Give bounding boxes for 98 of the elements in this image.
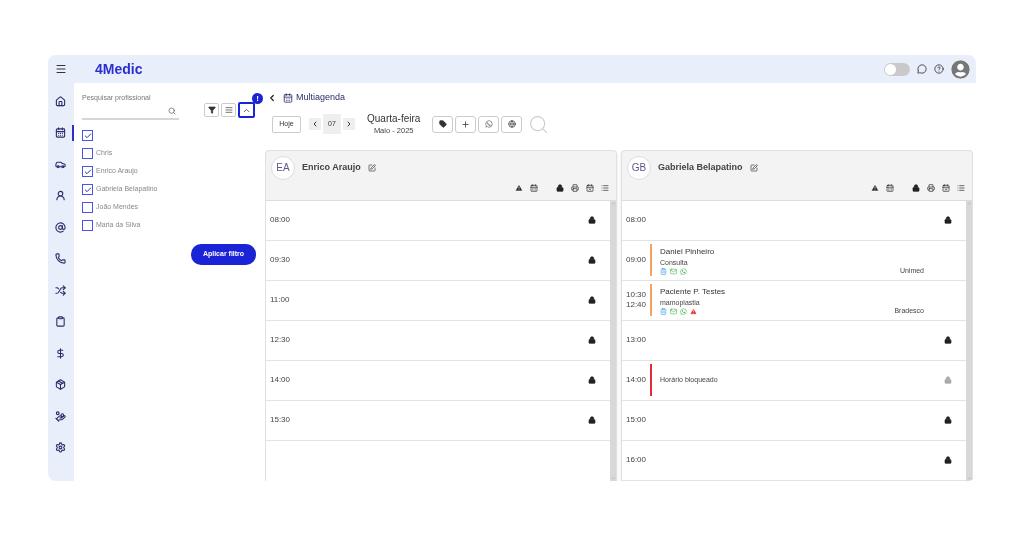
slot-time: 08:00 xyxy=(270,214,291,227)
lock-icon xyxy=(944,336,952,345)
filter-button[interactable] xyxy=(204,103,219,117)
whatsapp-icon xyxy=(680,267,687,275)
add-button[interactable] xyxy=(455,115,477,133)
shuffle-icon xyxy=(54,284,66,296)
slot-time: 12:40 xyxy=(626,300,648,311)
checkbox[interactable] xyxy=(82,184,93,195)
professional-name: Enrico Araujo xyxy=(302,161,361,174)
calendar-icon[interactable] xyxy=(886,183,894,192)
lock-icon xyxy=(588,256,596,265)
lock-icon xyxy=(944,376,952,385)
slot-time: 13:00 xyxy=(626,334,647,347)
slot-time: 09:00 xyxy=(626,255,648,266)
slot-time: 10:30 xyxy=(626,290,648,301)
mail-icon xyxy=(670,307,677,315)
toggle-switch[interactable] xyxy=(884,62,910,76)
list-icon[interactable] xyxy=(957,183,965,192)
checkbox[interactable] xyxy=(82,148,93,159)
print-icon[interactable] xyxy=(927,183,935,192)
plus-icon xyxy=(461,119,471,129)
hand-chart-icon xyxy=(54,410,66,422)
whatsapp-icon xyxy=(680,307,687,315)
clipboard-icon xyxy=(660,307,667,315)
lock-icon xyxy=(944,416,952,425)
list-icon[interactable] xyxy=(601,183,609,192)
lock-icon xyxy=(588,416,596,425)
lines-icon xyxy=(224,106,233,114)
lock-icon[interactable] xyxy=(912,183,920,192)
chevron-left-icon xyxy=(311,120,319,129)
calendar-icon xyxy=(54,127,66,138)
next-day-button[interactable] xyxy=(343,118,355,131)
lock-icon xyxy=(588,296,596,305)
back-icon[interactable] xyxy=(267,92,277,103)
avatar-initials: EA xyxy=(271,155,295,180)
slot-time: 11:00 xyxy=(270,294,290,307)
menu-icon[interactable] xyxy=(55,63,67,75)
dollar-icon xyxy=(54,347,66,359)
lock-icon xyxy=(588,216,596,225)
page-title: Multiagenda xyxy=(296,91,346,104)
user-icon xyxy=(54,190,66,201)
slot-time: 14:00 xyxy=(626,374,648,387)
avatar-initials: GB xyxy=(627,155,651,180)
print-icon[interactable] xyxy=(571,183,579,192)
appointment-marker xyxy=(650,244,652,277)
lock-icon xyxy=(588,376,596,385)
lock-icon xyxy=(944,456,952,465)
patient-name: Paciente P. Testes xyxy=(660,285,726,298)
slot-time: 16:00 xyxy=(626,454,647,467)
calendar-icon xyxy=(283,92,293,103)
weekday: Quarta-feira xyxy=(367,112,421,125)
checkbox[interactable] xyxy=(82,220,93,231)
whatsapp-icon xyxy=(484,120,493,129)
alert-badge: ! xyxy=(252,93,263,104)
phone-icon xyxy=(54,253,66,264)
appointment-marker xyxy=(650,284,652,317)
edit-icon[interactable] xyxy=(367,163,376,172)
warning-icon[interactable] xyxy=(871,183,879,192)
patient-name: Daniel Pinheiro xyxy=(660,245,715,258)
slot-time: 12:30 xyxy=(270,334,291,347)
globe-icon xyxy=(507,120,516,129)
slot-time: 14:00 xyxy=(270,374,291,387)
logo: 4Medic xyxy=(95,59,143,79)
lock-icon xyxy=(944,216,952,225)
calendar-icon[interactable] xyxy=(530,183,538,192)
globe-button[interactable] xyxy=(501,115,523,133)
previous-day-button[interactable] xyxy=(309,118,321,131)
clipboard-icon xyxy=(54,316,66,327)
tag-icon xyxy=(438,120,447,129)
collapse-button[interactable] xyxy=(238,102,255,118)
warning-icon[interactable] xyxy=(515,183,523,192)
slot-time: 15:30 xyxy=(270,414,291,427)
calendar-x-icon[interactable] xyxy=(586,183,594,192)
edit-icon[interactable] xyxy=(749,163,758,172)
box-icon xyxy=(54,379,66,390)
tag-button[interactable] xyxy=(432,115,454,133)
slot-time: 15:00 xyxy=(626,414,647,427)
slot-time: 08:00 xyxy=(626,214,647,227)
filter-icon xyxy=(207,106,216,114)
checkbox[interactable] xyxy=(82,130,93,141)
calendar-x-icon[interactable] xyxy=(942,183,950,192)
lock-icon[interactable] xyxy=(556,183,564,192)
checkbox[interactable] xyxy=(82,202,93,213)
search-icon xyxy=(168,106,176,115)
checkbox[interactable] xyxy=(82,166,93,177)
chevron-right-icon xyxy=(345,120,353,129)
help-icon[interactable] xyxy=(934,64,944,74)
lock-icon xyxy=(588,336,596,345)
mail-icon xyxy=(670,267,677,275)
blocked-marker xyxy=(650,364,652,397)
chat-icon[interactable] xyxy=(917,64,927,74)
avatar-icon[interactable] xyxy=(951,59,970,79)
at-sign-icon xyxy=(54,221,66,233)
slot-time: 09:30 xyxy=(270,254,291,267)
settings-icon xyxy=(54,442,66,453)
clipboard-icon xyxy=(660,267,667,275)
professional-name: Gabriela Belapatino xyxy=(658,161,743,174)
home-icon xyxy=(54,95,66,107)
